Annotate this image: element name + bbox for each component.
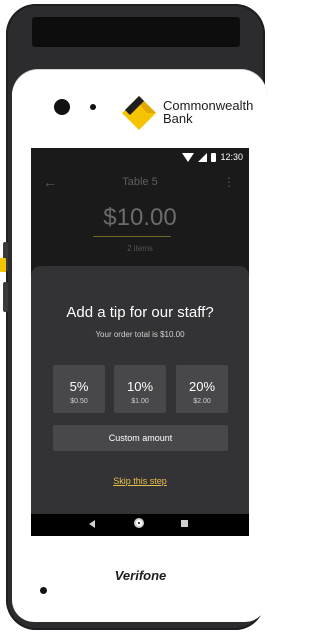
tip-bottom-sheet: Add a tip for our staff? Your order tota… [31, 266, 249, 514]
order-amount: $10.00 [103, 204, 177, 231]
cell-signal-icon [198, 152, 208, 162]
indicator-dot [40, 587, 47, 594]
yellow-side-tab [0, 258, 6, 272]
bank-name-line2: Bank [163, 111, 193, 126]
tip-amount: $2.00 [193, 398, 211, 405]
tip-percent: 10% [126, 379, 154, 394]
nav-recents-icon[interactable] [181, 520, 188, 527]
device-screen: 12:30 ← Table 5 ⋮ $10.00 2 items Add a t… [31, 148, 249, 536]
status-bar: 12:30 [31, 148, 249, 166]
tip-percent: 5% [69, 379, 89, 394]
tip-option-20-button[interactable]: 20% $2.00 [176, 365, 228, 413]
verifone-logo: Verifone [114, 568, 167, 583]
bank-name: Commonwealth Bank [163, 99, 253, 125]
wifi-icon [182, 152, 195, 162]
sensor-dot [90, 104, 96, 110]
battery-icon [211, 152, 217, 162]
skip-step-link[interactable]: Skip this step [31, 476, 249, 486]
more-vert-icon[interactable]: ⋮ [223, 175, 235, 189]
tip-option-10-button[interactable]: 10% $1.00 [114, 365, 166, 413]
tip-amount: $0.50 [70, 398, 88, 405]
nav-back-icon[interactable] [89, 520, 95, 528]
app-title: Table 5 [122, 176, 158, 188]
custom-amount-button[interactable]: Custom amount [53, 425, 228, 451]
system-nav-bar [31, 514, 249, 536]
sheet-title: Add a tip for our staff? [66, 304, 214, 321]
cba-logo-icon [122, 96, 156, 130]
status-time: 12:30 [220, 152, 243, 162]
tip-percent: 20% [188, 379, 216, 394]
amount-underline [93, 236, 171, 237]
tip-option-5-button[interactable]: 5% $0.50 [53, 365, 105, 413]
nav-home-icon[interactable] [134, 518, 144, 528]
camera-icon [54, 99, 70, 115]
side-button-lower[interactable] [3, 282, 8, 312]
app-bar: ← Table 5 ⋮ [31, 166, 249, 198]
receipt-printer-slot [32, 17, 240, 47]
sheet-subtitle: Your order total is $10.00 [95, 330, 185, 339]
tip-amount: $1.00 [131, 398, 149, 405]
items-count: 2 items [127, 244, 153, 253]
